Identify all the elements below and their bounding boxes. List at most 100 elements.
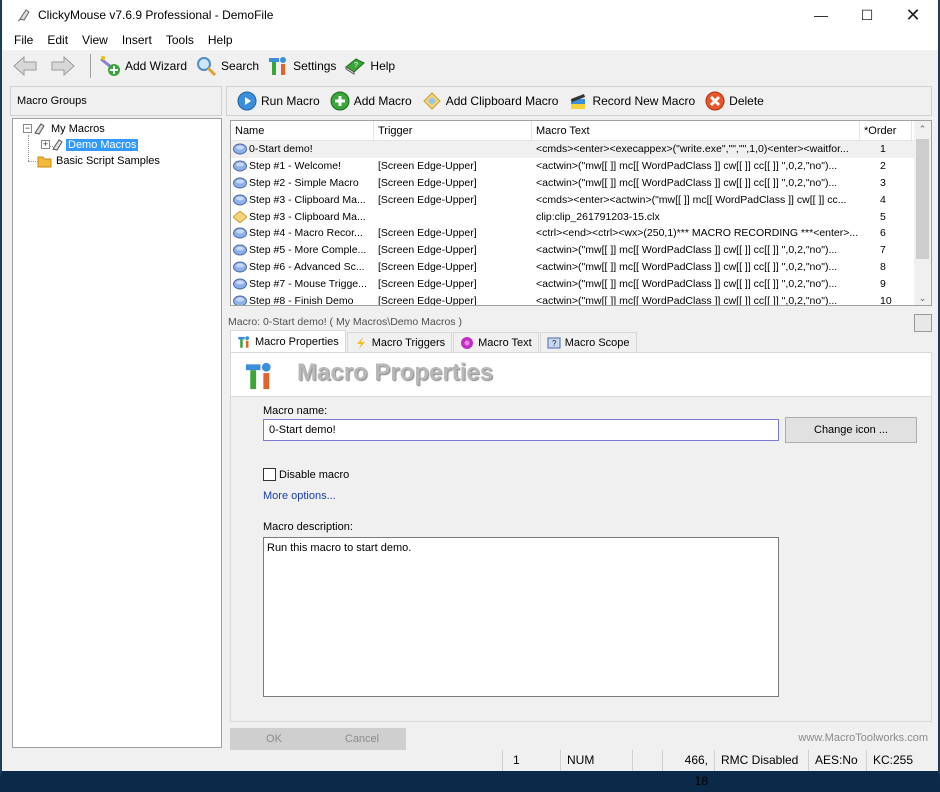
row-order: 3: [880, 176, 886, 189]
help-button[interactable]: ? Help: [344, 55, 395, 77]
tab-label: Macro Triggers: [371, 336, 446, 349]
more-options-link[interactable]: More options...: [263, 490, 336, 502]
add-clipboard-macro-label: Add Clipboard Macro: [445, 94, 559, 108]
macro-description-textarea[interactable]: Run this macro to start demo.: [263, 537, 779, 697]
macro-list[interactable]: Name Trigger Macro Text *Order 0-Start d…: [230, 120, 932, 306]
panel-layout-icon[interactable]: [914, 314, 932, 332]
macro-list-row[interactable]: Step #1 - Welcome! [Screen Edge-Upper] <ac…: [231, 158, 931, 175]
macro-groups-header: Macro Groups: [10, 86, 222, 116]
app-window: ClickyMouse v7.6.9 Professional - DemoFi…: [0, 0, 940, 788]
status-aes: AES:No: [808, 750, 866, 771]
status-num: NUM: [560, 750, 632, 771]
disable-macro-checkbox[interactable]: [263, 468, 276, 481]
record-new-macro-button[interactable]: Record New Macro: [568, 91, 695, 111]
macro-icon: [233, 227, 247, 239]
macro-list-row[interactable]: Step #7 - Mouse Trigge... [Screen Edge-Up…: [231, 275, 931, 292]
tools-icon: [269, 57, 287, 75]
row-macro-text: <actwin>("mw[[ ]] mc[[ WordPadClass ]] c…: [536, 277, 838, 290]
row-order: 1: [880, 143, 886, 156]
menu-tools[interactable]: Tools: [166, 33, 194, 47]
row-name: Step #3 - Clipboard Ma...: [249, 210, 366, 223]
row-name: Step #5 - More Comple...: [249, 244, 367, 257]
ok-button[interactable]: OK: [230, 728, 318, 750]
svg-text:?: ?: [354, 62, 358, 69]
macro-list-row[interactable]: Step #4 - Macro Recor... [Screen Edge-Upp…: [231, 225, 931, 242]
svg-text:?: ?: [552, 339, 557, 348]
row-name-cell: Step #3 - Clipboard Ma...: [231, 194, 374, 206]
macro-list-row[interactable]: Step #3 - Clipboard Ma... clip:clip_26179…: [231, 208, 931, 225]
expand-toggle[interactable]: +: [41, 140, 50, 149]
row-name: Step #8 - Finish Demo: [249, 294, 354, 306]
add-clipboard-macro-button[interactable]: Add Clipboard Macro: [422, 91, 559, 111]
tab-macro-scope[interactable]: ? Macro Scope: [539, 332, 637, 352]
macro-list-row[interactable]: Step #8 - Finish Demo [Screen Edge-Upper]…: [231, 292, 931, 306]
macro-list-row[interactable]: Step #3 - Clipboard Ma... [Screen Edge-Up…: [231, 191, 931, 208]
row-name: Step #3 - Clipboard Ma...: [249, 193, 366, 206]
search-button[interactable]: Search: [195, 55, 259, 77]
menu-help[interactable]: Help: [208, 33, 233, 47]
row-macro-text: clip:clip_261791203-15.clx: [536, 210, 660, 223]
tree-item-demo-macros[interactable]: + Demo Macros: [41, 137, 139, 152]
tree-item-my-macros[interactable]: − My Macros: [23, 121, 105, 136]
column-header-trigger[interactable]: Trigger: [374, 121, 532, 141]
close-button[interactable]: ✕: [890, 0, 936, 30]
column-header-order[interactable]: *Order: [860, 121, 912, 141]
add-wizard-button[interactable]: Add Wizard: [99, 55, 187, 77]
row-trigger: [Screen Edge-Upper]: [378, 160, 477, 173]
run-macro-button[interactable]: Run Macro: [237, 91, 320, 111]
scroll-down-arrow[interactable]: ⌄: [914, 290, 931, 305]
macro-icon: [233, 177, 247, 189]
macro-list-row[interactable]: Step #2 - Simple Macro [Screen Edge-Upper…: [231, 175, 931, 192]
menu-file[interactable]: File: [14, 33, 33, 47]
row-macro-text: <actwin>("mw[[ ]] mc[[ WordPadClass ]] c…: [536, 244, 838, 257]
column-header-macro-text[interactable]: Macro Text: [532, 121, 860, 141]
macro-list-row[interactable]: Step #5 - More Comple... [Screen Edge-Upp…: [231, 242, 931, 259]
settings-button[interactable]: Settings: [267, 55, 336, 77]
change-icon-button[interactable]: Change icon ...: [785, 417, 917, 443]
forward-button[interactable]: [50, 55, 80, 77]
minimize-button[interactable]: —: [798, 0, 844, 30]
forward-arrow-icon: [51, 55, 75, 77]
scroll-thumb[interactable]: [916, 139, 929, 259]
row-order: 10: [880, 294, 892, 306]
macro-name-input[interactable]: 0-Start demo!: [263, 419, 779, 441]
clapperboard-icon: [571, 94, 586, 109]
tree-item-basic-script-samples[interactable]: Basic Script Samples: [37, 153, 160, 168]
scroll-up-arrow[interactable]: ⌃: [914, 121, 931, 138]
tab-macro-triggers[interactable]: Macro Triggers: [346, 332, 453, 352]
macro-properties-content: Macro Properties Macro name: 0-Start dem…: [230, 352, 932, 722]
dialog-footer: OK Cancel www.MacroToolworks.com: [226, 728, 932, 750]
cancel-button[interactable]: Cancel: [318, 728, 406, 750]
delete-button[interactable]: Delete: [705, 91, 764, 111]
menu-insert[interactable]: Insert: [122, 33, 152, 47]
disable-macro-label[interactable]: Disable macro: [279, 469, 349, 481]
row-trigger: [Screen Edge-Upper]: [378, 244, 477, 257]
vertical-scrollbar[interactable]: ⌃ ⌄: [914, 121, 931, 305]
collapse-toggle[interactable]: −: [23, 124, 32, 133]
maximize-button[interactable]: ☐: [844, 0, 890, 30]
macro-groups-tree[interactable]: − My Macros + Demo Macros Basic Script S…: [12, 118, 222, 748]
add-macro-button[interactable]: Add Macro: [330, 91, 412, 111]
column-header-name[interactable]: Name: [231, 121, 374, 141]
clipboard-diamond-icon: [423, 92, 441, 110]
macro-list-row[interactable]: Step #6 - Advanced Sc... [Screen Edge-Upp…: [231, 259, 931, 276]
menu-edit[interactable]: Edit: [47, 33, 68, 47]
macro-description-label: Macro description:: [263, 521, 353, 533]
wand-plus-icon: [100, 56, 120, 76]
row-name: Step #7 - Mouse Trigge...: [249, 277, 367, 290]
add-wizard-label: Add Wizard: [125, 59, 188, 73]
tab-macro-properties[interactable]: Macro Properties: [230, 330, 346, 352]
row-trigger: [Screen Edge-Upper]: [378, 176, 477, 189]
tab-macro-text[interactable]: Macro Text: [453, 332, 539, 352]
back-button[interactable]: [12, 55, 42, 77]
macro-list-header: Name Trigger Macro Text *Order: [231, 121, 931, 141]
row-order: 7: [880, 244, 886, 257]
row-trigger: [Screen Edge-Upper]: [378, 227, 477, 240]
website-link[interactable]: www.MacroToolworks.com: [798, 732, 928, 744]
row-name-cell: 0-Start demo!: [231, 143, 374, 155]
menu-view[interactable]: View: [82, 33, 108, 47]
macro-icon: [233, 244, 247, 256]
macro-list-row[interactable]: 0-Start demo! <cmds><enter><execappex>("w…: [231, 141, 931, 158]
row-order: 4: [880, 193, 886, 206]
row-name: 0-Start demo!: [249, 143, 313, 156]
